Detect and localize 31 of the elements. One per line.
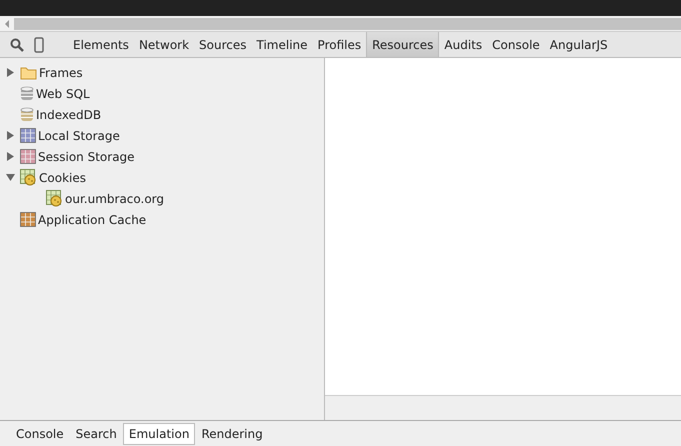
drawer-tab[interactable]: Console [10, 422, 70, 444]
panel-tab[interactable]: Profiles [312, 32, 366, 57]
tree-item[interactable]: Session Storage [38, 150, 135, 164]
tree-item[interactable]: Cookies [39, 170, 86, 184]
tree-item[interactable]: Frames [39, 66, 83, 80]
panel-tab[interactable]: AngularJS [544, 32, 613, 57]
panel-tab[interactable]: Audits [439, 32, 488, 57]
collapsed-triangle-icon[interactable] [6, 131, 15, 140]
drawer-tab[interactable]: Search [70, 422, 123, 444]
tree-item[interactable]: IndexedDB [36, 108, 102, 122]
tree-item[interactable]: Web SQL [36, 86, 90, 100]
cookie-icon [20, 169, 37, 186]
tree-item[interactable]: Local Storage [38, 128, 120, 142]
horizontal-scrollbar[interactable] [0, 16, 681, 32]
panel-tab[interactable]: Console [487, 32, 545, 57]
cookie-icon [46, 190, 63, 207]
drawer-tab[interactable]: Rendering [195, 422, 269, 444]
tree-item[interactable]: Application Cache [38, 212, 146, 226]
expanded-triangle-icon[interactable] [6, 173, 15, 182]
drawer-tab[interactable]: Emulation [122, 422, 196, 444]
tree-item[interactable]: our.umbraco.org [65, 192, 164, 206]
collapsed-triangle-icon[interactable] [6, 152, 15, 161]
collapsed-triangle-icon[interactable] [6, 68, 15, 77]
panel-tab[interactable]: Elements [68, 32, 134, 57]
folder-icon [20, 66, 37, 80]
panel-tab[interactable]: Timeline [252, 32, 313, 57]
mobile-device-icon[interactable] [34, 36, 44, 52]
panel-tab[interactable]: Network [134, 32, 194, 57]
search-icon[interactable] [10, 38, 24, 52]
panel-tab[interactable]: Resources [366, 32, 440, 57]
panel-tab[interactable]: Sources [194, 32, 252, 57]
